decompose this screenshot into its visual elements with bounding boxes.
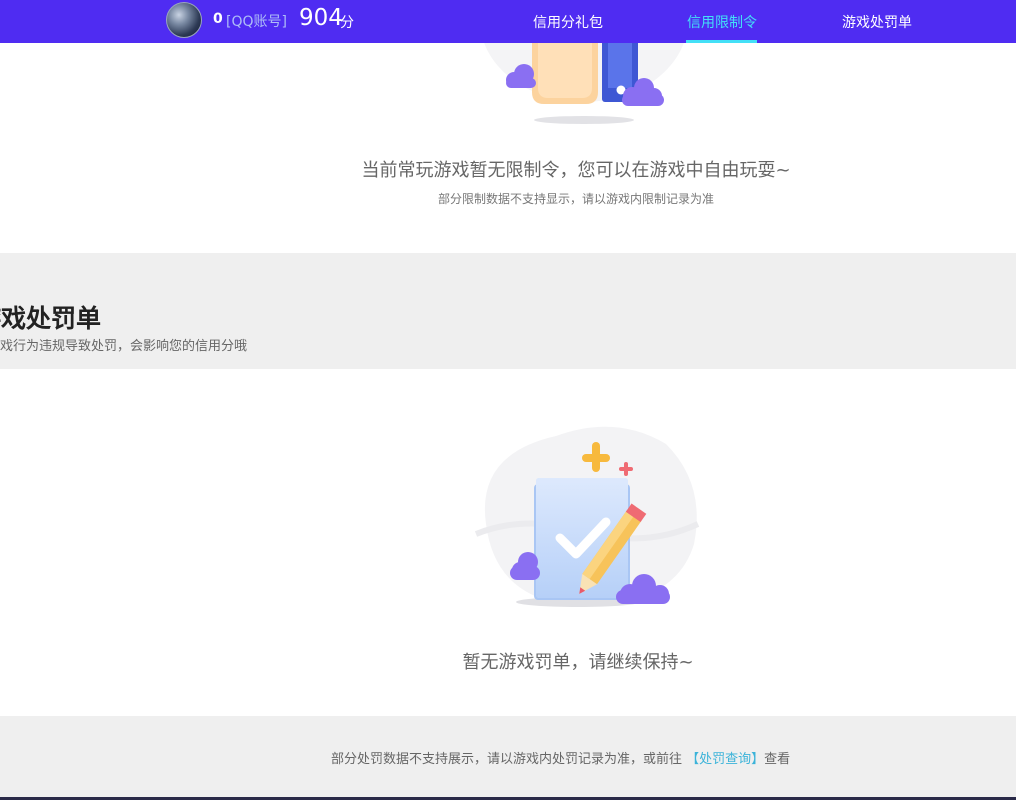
penalty-empty-message: 暂无游戏罚单，请继续保持~ xyxy=(462,652,694,673)
penalty-section-subtitle: 游戏行为违规导致处罚，会影响您的信用分哦 xyxy=(0,339,248,354)
restriction-empty-message: 当前常玩游戏暂无限制令，您可以在游戏中自由玩耍~ xyxy=(361,160,791,181)
tab-credit-gift[interactable]: 信用分礼包 xyxy=(533,12,603,32)
penalty-empty-illustration xyxy=(474,426,700,607)
footer: 部分处罚数据不支持展示，请以游戏内处罚记录为准，或前往 【处罚查询】查看 xyxy=(0,716,1016,800)
tab-game-penalty[interactable]: 游戏处罚单 xyxy=(842,12,912,32)
tab-credit-restriction[interactable]: 信用限制令 xyxy=(687,12,757,32)
active-tab-indicator xyxy=(686,40,757,43)
penalty-section-title: 游戏处罚单 xyxy=(0,304,102,333)
penalty-query-link[interactable]: 【处罚查询】 xyxy=(686,752,764,767)
footer-note-suffix: 查看 xyxy=(764,752,791,767)
restriction-data-note: 部分限制数据不支持显示，请以游戏内限制记录为准 xyxy=(437,192,714,206)
footer-note-prefix: 部分处罚数据不支持展示，请以游戏内处罚记录为准，或前往 xyxy=(331,752,683,767)
top-bar: 0 [QQ账号] 904 分 信用分礼包 信用限制令 游戏处罚单 xyxy=(0,0,1016,43)
credit-score-unit: 分 xyxy=(340,15,354,31)
footer-note: 部分处罚数据不支持展示，请以游戏内处罚记录为准，或前往 【处罚查询】查看 xyxy=(331,748,790,767)
penalty-section-header: 游戏处罚单 游戏行为违规导致处罚，会影响您的信用分哦 xyxy=(0,253,1016,369)
qq-account-tag: [QQ账号] xyxy=(226,14,287,30)
avatar[interactable] xyxy=(166,2,202,38)
credit-score-value: 904 xyxy=(299,5,343,31)
qq-number: 0 xyxy=(213,11,223,27)
